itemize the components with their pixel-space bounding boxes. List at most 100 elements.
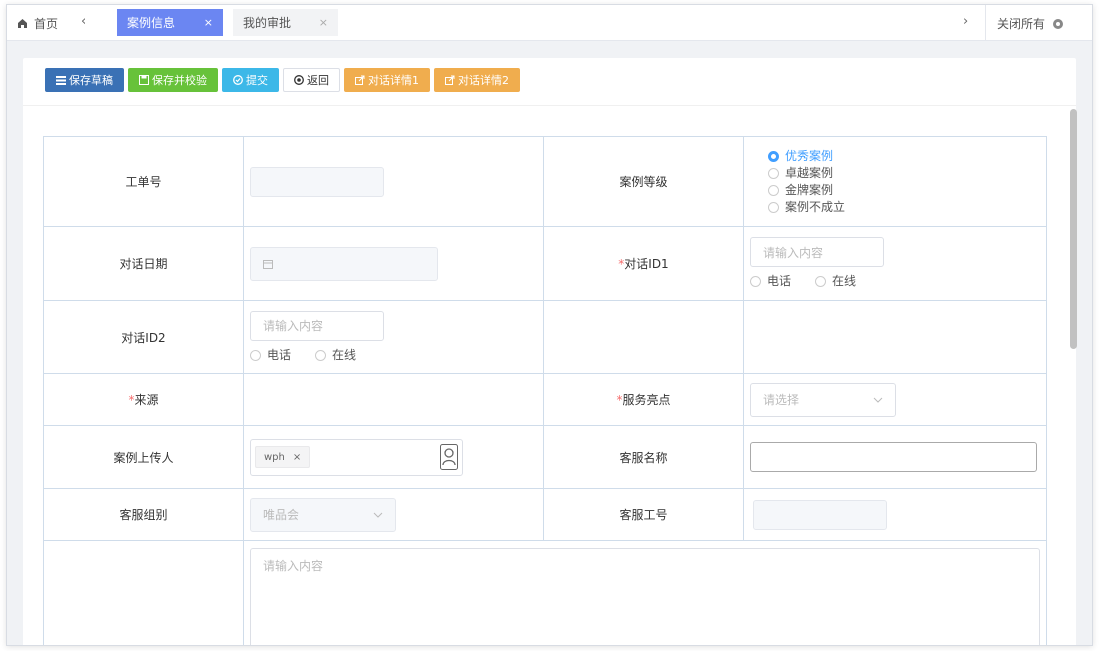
dialog-id2-label: 对话ID2 [43, 300, 244, 374]
save-validate-label: 保存并校验 [152, 74, 207, 87]
order-no-input [250, 166, 384, 197]
empty-cell [543, 300, 744, 374]
order-no-cell [243, 136, 544, 227]
form-row: *来源 *服务亮点 请选择 [43, 373, 1047, 426]
scroll-left-icon[interactable]: ‹ [81, 14, 86, 29]
radio-phone[interactable]: 电话 [250, 347, 291, 364]
radio-dot [315, 349, 327, 361]
radio-dot [768, 201, 779, 213]
empty-cell [743, 300, 1047, 374]
uploader-tag: wph × [255, 446, 311, 468]
floppy-icon [139, 75, 149, 85]
form-row: 客服组别 唯品会 客服工号 [43, 488, 1047, 541]
back-button[interactable]: 返回 [283, 68, 340, 92]
agent-no-input [753, 499, 887, 530]
content-textarea[interactable]: 请输入内容 [250, 548, 1040, 645]
home-icon [18, 19, 27, 28]
chevron-down-icon [873, 397, 883, 403]
dialog-id1-channel: 电话 在线 [750, 273, 1040, 290]
radio-online[interactable]: 在线 [315, 347, 356, 364]
radio-phone[interactable]: 电话 [750, 273, 791, 290]
radio-invalid[interactable]: 案例不成立 [768, 199, 1040, 216]
case-level-label: 案例等级 [543, 136, 744, 227]
check-circle-icon [233, 75, 243, 85]
radio-dot [768, 167, 779, 179]
user-icon[interactable] [440, 444, 458, 470]
agent-no-label: 客服工号 [543, 488, 744, 541]
dialog-id2-cell: 请输入内容 电话 在线 [243, 300, 544, 374]
submit-button[interactable]: 提交 [222, 68, 279, 92]
dialog-detail-1-button[interactable]: 对话详情1 [344, 68, 430, 92]
case-form: 工单号 案例等级 优秀案例 卓越案例 金牌案例 案例不成立 对话日期 *对话ID… [43, 136, 1047, 645]
radio-outstanding[interactable]: 卓越案例 [768, 165, 1040, 182]
agent-name-cell [743, 425, 1047, 489]
dialog-id1-label: *对话ID1 [543, 226, 744, 301]
scroll-right-icon[interactable]: › [963, 14, 968, 29]
form-row: 对话ID2 请输入内容 电话 在线 [43, 300, 1047, 374]
agent-no-cell [743, 488, 1047, 541]
tab-label: 我的审批 [243, 16, 292, 30]
save-validate-button[interactable]: 保存并校验 [128, 68, 218, 92]
dialog-date-label: 对话日期 [43, 226, 244, 301]
label-text: 服务亮点 [622, 393, 671, 407]
app-window: 首页 ‹ 案例信息 × 我的审批 × › 关闭所有 保存草稿 保存并校验 提交 … [6, 4, 1093, 646]
agent-name-input[interactable] [750, 442, 1037, 472]
agent-group-select: 唯品会 [250, 497, 396, 532]
chevron-down-icon [373, 512, 383, 518]
content-cell: 请输入内容 [243, 540, 1047, 645]
close-icon[interactable]: × [204, 16, 213, 29]
dialog-id2-input[interactable]: 请输入内容 [250, 310, 384, 341]
label-text: 来源 [134, 393, 159, 407]
external-link-icon [355, 75, 365, 85]
radio-dot [768, 150, 779, 162]
tab-home-label: 首页 [34, 17, 59, 31]
case-level-cell: 优秀案例 卓越案例 金牌案例 案例不成立 [743, 136, 1047, 227]
radio-online[interactable]: 在线 [815, 273, 856, 290]
agent-group-label: 客服组别 [43, 488, 244, 541]
service-highlight-cell: 请选择 [743, 373, 1047, 426]
uploader-input[interactable]: wph × [250, 438, 463, 476]
service-highlight-label: *服务亮点 [543, 373, 744, 426]
tab-home[interactable]: 首页 [17, 15, 58, 32]
tab-bar: 首页 ‹ 案例信息 × 我的审批 × › 关闭所有 [7, 5, 1092, 41]
save-draft-button[interactable]: 保存草稿 [45, 68, 124, 92]
select-value: 唯品会 [263, 508, 300, 522]
form-row: 对话日期 *对话ID1 请输入内容 电话 在线 [43, 226, 1047, 301]
source-cell [243, 373, 544, 426]
dialog-id1-cell: 请输入内容 电话 在线 [743, 226, 1047, 301]
dialog-detail-2-label: 对话详情2 [458, 74, 509, 87]
radio-dot [815, 276, 827, 287]
tab-my-approval[interactable]: 我的审批 × [233, 9, 338, 36]
close-all-button[interactable]: 关闭所有 [997, 15, 1064, 32]
divider [985, 5, 986, 41]
uploader-label: 案例上传人 [43, 425, 244, 489]
tab-case-info[interactable]: 案例信息 × [117, 9, 223, 36]
label-text: 对话ID1 [624, 257, 669, 271]
dialog-date-picker [250, 246, 438, 281]
list-icon [56, 75, 66, 85]
dialog-detail-2-button[interactable]: 对话详情2 [434, 68, 520, 92]
dialog-date-cell [243, 226, 544, 301]
source-label: *来源 [43, 373, 244, 426]
dialog-id1-input[interactable]: 请输入内容 [750, 237, 884, 267]
service-highlight-select[interactable]: 请选择 [750, 382, 896, 417]
close-icon[interactable]: × [293, 452, 301, 463]
close-all-label: 关闭所有 [997, 17, 1046, 31]
radio-gold[interactable]: 金牌案例 [768, 182, 1040, 199]
tag-text: wph [264, 451, 285, 463]
toolbar: 保存草稿 保存并校验 提交 返回 对话详情1 对话详情2 [45, 68, 520, 92]
gear-icon [1053, 18, 1064, 29]
agent-group-cell: 唯品会 [243, 488, 544, 541]
agent-name-label: 客服名称 [543, 425, 744, 489]
vertical-scrollbar[interactable] [1070, 109, 1077, 349]
tab-label: 案例信息 [127, 16, 176, 30]
dialog-id2-channel: 电话 在线 [250, 347, 537, 364]
uploader-cell: wph × [243, 425, 544, 489]
close-icon[interactable]: × [319, 16, 328, 29]
toolbar-divider [23, 105, 1076, 106]
save-draft-label: 保存草稿 [69, 74, 113, 87]
form-row: 请输入内容 [43, 540, 1047, 645]
calendar-icon [263, 259, 273, 269]
radio-dot [750, 276, 761, 287]
radio-excellent[interactable]: 优秀案例 [768, 148, 1040, 165]
